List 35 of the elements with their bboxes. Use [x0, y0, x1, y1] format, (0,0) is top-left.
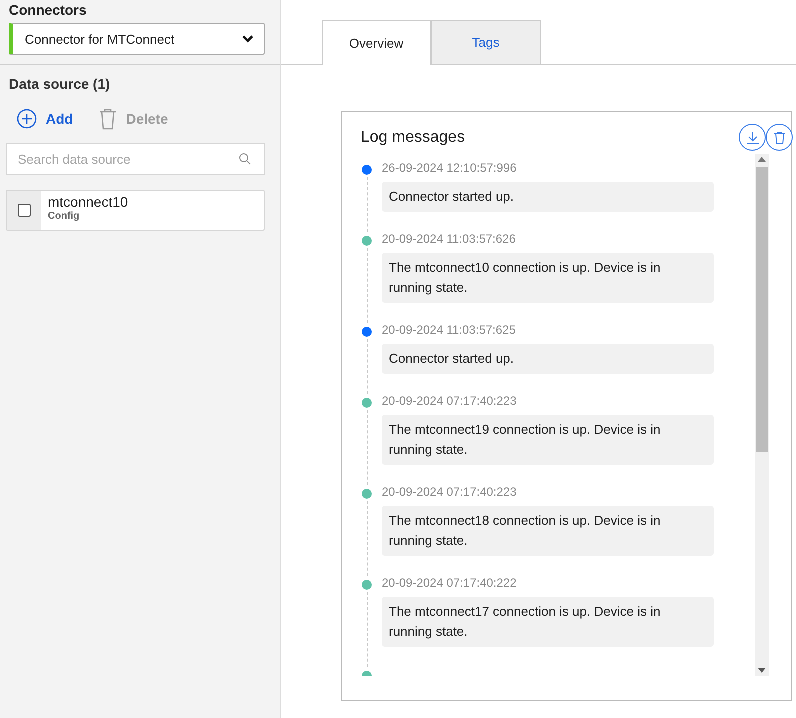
log-message: The mtconnect18 connection is up. Device is in running state.: [382, 506, 714, 556]
log-message: The mtconnect10 connection is up. Device is in running state.: [382, 253, 714, 303]
search-icon: [239, 153, 251, 165]
log-message: The mtconnect19 connection is up. Device is in running state.: [382, 415, 714, 465]
add-button[interactable]: Add: [17, 108, 74, 130]
log-timestamp: 26-09-2024 12:10:57:996: [382, 161, 518, 175]
plus-circle-icon: [17, 109, 37, 129]
log-timestamp: 20-09-2024 11:03:57:626: [382, 232, 517, 246]
log-timestamp: 20-09-2024 07:17:40:223: [382, 394, 518, 408]
download-button[interactable]: [739, 124, 766, 151]
log-message: Connector started up.: [382, 344, 714, 374]
data-source-item[interactable]: mtconnect10 Config: [6, 190, 265, 231]
log-timestamp: 20-09-2024 07:17:40:223: [382, 485, 518, 499]
tab[interactable]: Overview: [322, 20, 431, 65]
item-subtitle: Config: [48, 211, 81, 222]
scrollbar[interactable]: [755, 154, 769, 676]
item-name: mtconnect10: [48, 194, 128, 210]
connectors-label: Connectors: [9, 2, 88, 18]
data-source-title: Data source (1): [9, 76, 112, 92]
checkbox[interactable]: [18, 204, 30, 217]
search-field[interactable]: Search data source: [6, 143, 265, 175]
delete-button[interactable]: [766, 124, 793, 151]
panel-title: Log messages: [361, 128, 466, 146]
chevron-down-icon: [242, 35, 254, 43]
tab[interactable]: Tags: [431, 20, 541, 64]
log-timestamp: 20-09-2024 07:17:40:222: [382, 576, 518, 590]
connector-dropdown[interactable]: Connector for MTConnect: [9, 23, 265, 55]
trash-icon: [99, 108, 118, 130]
log-message: The mtconnect17 connection is up. Device is in running state.: [382, 597, 714, 647]
download-icon: [746, 130, 760, 144]
log-timestamp: 20-09-2024 11:03:57:625: [382, 323, 517, 337]
scroll-up-icon: [758, 157, 766, 162]
scroll-down-icon: [758, 668, 766, 673]
trash-icon: [772, 130, 786, 144]
log-message: Connector started up.: [382, 182, 714, 212]
